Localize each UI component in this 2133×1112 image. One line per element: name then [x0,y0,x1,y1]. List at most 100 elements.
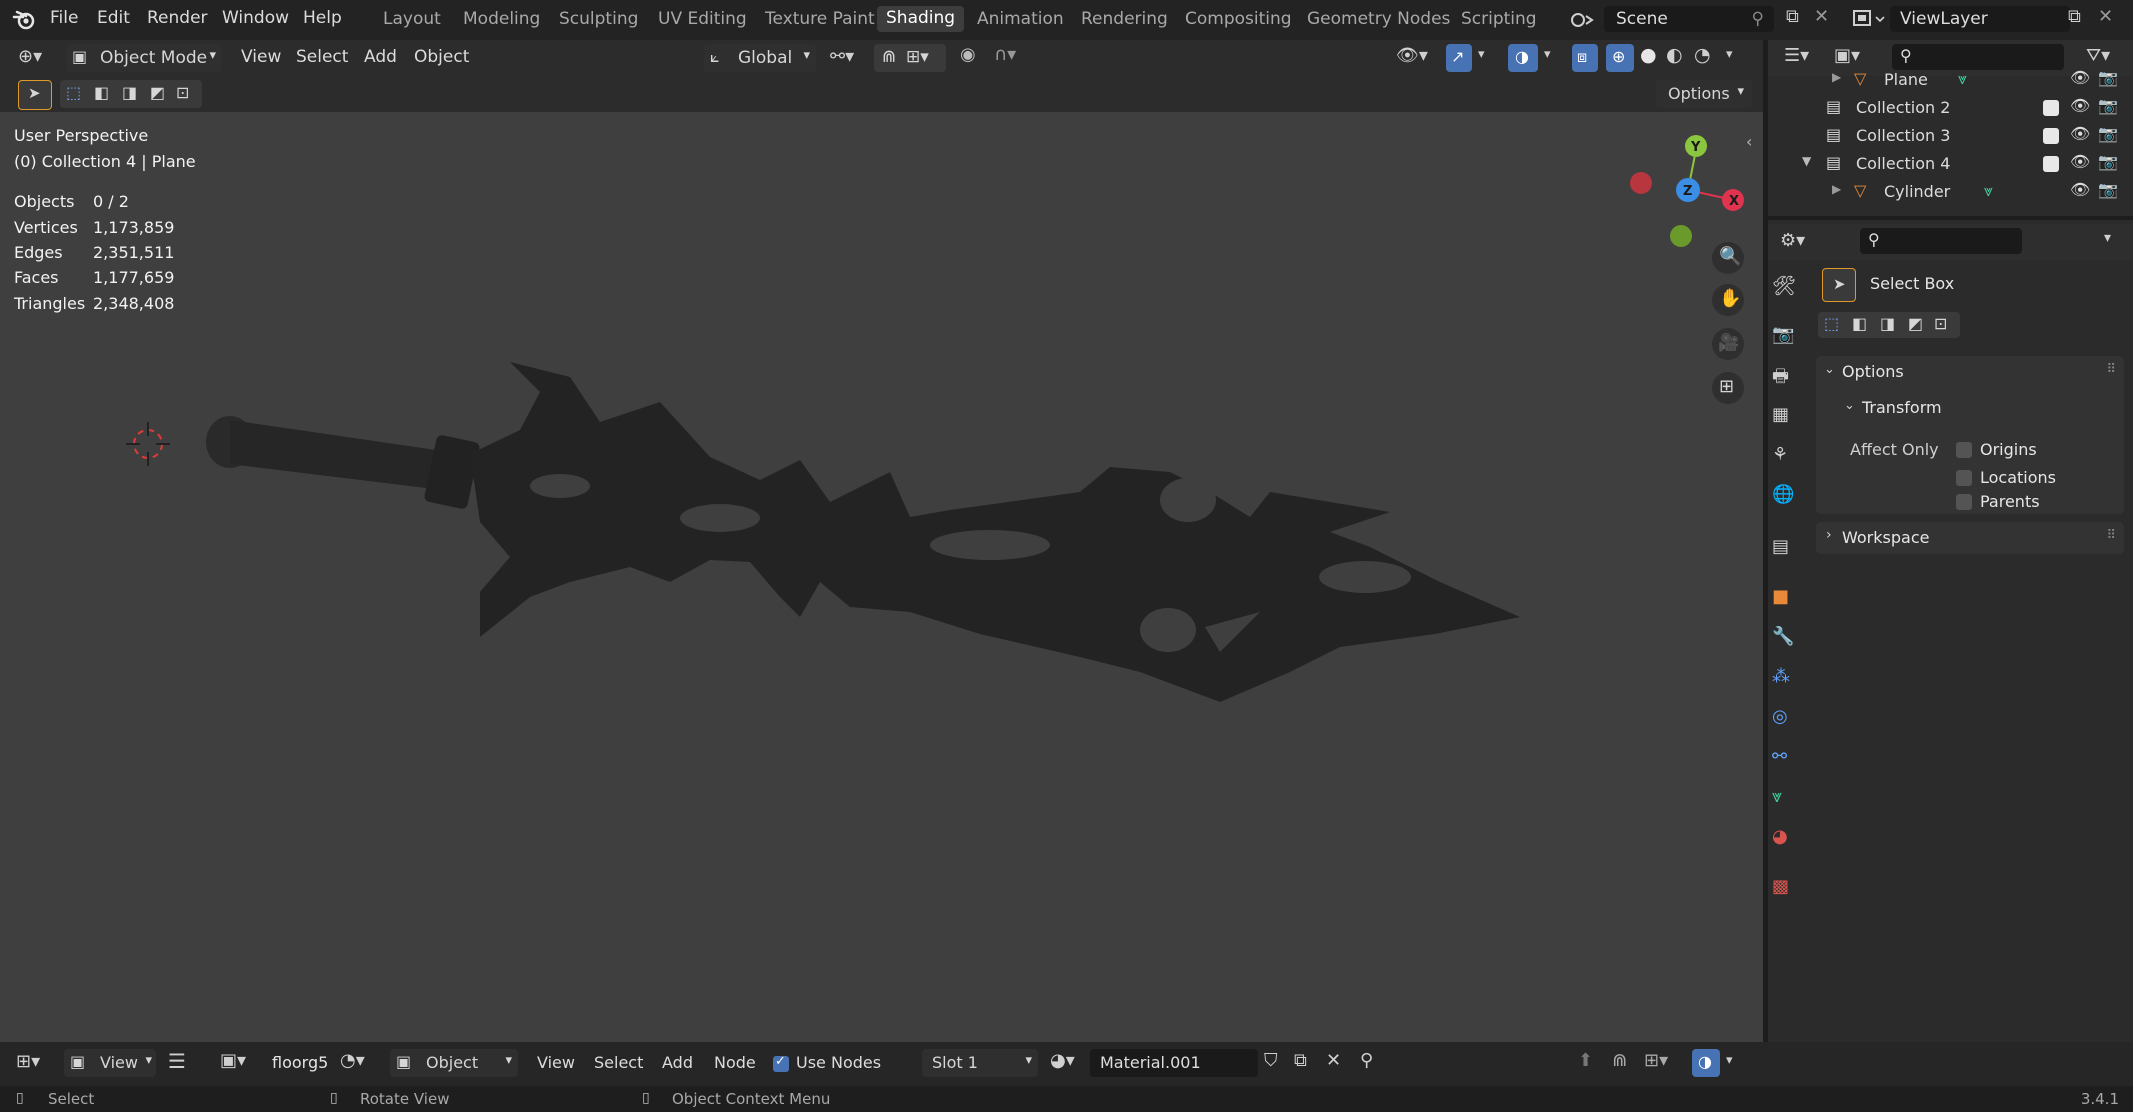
select-new-icon[interactable]: ⬚ [66,83,81,102]
shader-object-dropdown[interactable]: ▣ Object ▾ [390,1049,518,1077]
eye-icon[interactable]: 👁 [2070,180,2090,199]
3d-cursor-icon[interactable] [120,416,176,472]
pin-icon[interactable]: ⚲ [1360,1050,1373,1071]
exclude-checkbox[interactable] [2043,128,2059,144]
select-menu[interactable]: Select [296,47,348,67]
duplicate-material-icon[interactable]: ⧉ [1294,1050,1307,1071]
outliner-row-collection-2[interactable]: ▤ Collection 2 👁 📷 [1768,94,2133,122]
rendered-shading-icon[interactable]: ◔ [1694,44,1711,66]
material-name-field[interactable]: Material.001 [1090,1049,1258,1077]
gizmo-toggle[interactable]: ↗ [1446,44,1472,72]
gizmo-dropdown-icon[interactable]: ▾ [1478,47,1485,62]
outliner-editor-icon[interactable]: ☰▾ [1784,45,1809,66]
select-subtract-icon[interactable]: ◨ [1880,314,1895,333]
tab-render[interactable]: 📷 [1772,324,1802,354]
tab-compositing[interactable]: Compositing [1185,9,1292,29]
expand-icon[interactable]: ▶ [1832,70,1841,84]
eye-icon[interactable]: 👁 [2070,124,2090,143]
image-browse-icon[interactable]: ▣▾ [220,1050,246,1071]
origins-checkbox[interactable] [1956,442,1972,458]
close-view-layer-icon[interactable]: ✕ [2098,6,2113,27]
parents-checkbox[interactable] [1956,494,1972,510]
orientation-dropdown[interactable]: ⟀ Global ▾ [704,44,816,72]
workspace-panel-title[interactable]: Workspace [1842,528,1929,547]
use-nodes-checkbox[interactable]: ✓ [773,1054,789,1072]
parent-node-tree-icon[interactable]: ⬆ [1578,1050,1593,1071]
active-tool-icon[interactable]: ➤ [1822,268,1856,302]
slot-name[interactable]: floorg5 [272,1053,328,1072]
tab-tool[interactable]: 🛠 [1772,274,1802,304]
overlay-toggle[interactable]: ◑ [1508,44,1538,72]
tab-texture-paint[interactable]: Texture Paint [765,9,875,29]
mode-dropdown[interactable]: ▣ Object Mode ▾ [66,44,222,72]
tab-geometry-nodes[interactable]: Geometry Nodes [1307,9,1450,29]
proportional-edit-icon[interactable]: ◉ [960,44,976,65]
properties-editor-icon[interactable]: ⚙▾ [1780,230,1805,251]
pin-icon[interactable]: ⚲ [1752,9,1764,29]
menu-render[interactable]: Render [147,8,208,28]
display-mode-icon[interactable]: ▣▾ [1834,45,1860,66]
sword-model[interactable] [190,342,1670,882]
chevron-down-icon[interactable]: ⌄ [1844,398,1855,413]
snap-group[interactable]: ⋒ ⊞▾ [874,44,946,72]
camera-render-icon[interactable]: 📷 [2098,124,2118,143]
editor-type-icon[interactable]: ⊕▾ [18,46,42,67]
scene-field[interactable]: Scene ⚲ [1604,6,1774,32]
tab-rendering[interactable]: Rendering [1081,9,1168,29]
unlink-material-icon[interactable]: ✕ [1326,1050,1341,1071]
tool-select-mode-group[interactable]: ⬚ ◧ ◨ ◩ ⊡ [1818,312,1960,338]
properties-search-input[interactable]: ⚲ [1860,228,2022,254]
select-intersect-icon[interactable]: ⊡ [1934,314,1947,333]
tab-world[interactable]: 🌐 [1772,484,1802,514]
view-menu[interactable]: View [241,47,281,67]
snap-element-icon[interactable]: ⊞▾ [1644,1050,1668,1071]
tab-texture[interactable]: ▩ [1772,876,1802,906]
select-invert-icon[interactable]: ◩ [1908,314,1923,333]
tab-constraints[interactable]: ⚯ [1772,746,1802,776]
expand-icon[interactable]: ▶ [1832,182,1841,196]
locations-checkbox[interactable] [1956,470,1972,486]
slot-dropdown[interactable]: Slot 1 ▾ [922,1049,1038,1077]
zoom-button[interactable]: 🔍 [1712,242,1744,274]
object-menu[interactable]: Object [414,47,469,67]
view-dropdown[interactable]: ▣ View ▾ [64,1049,156,1077]
navigation-gizmo[interactable]: Y X Z [1620,120,1760,260]
menu-file[interactable]: File [50,8,78,28]
falloff-icon[interactable]: ∩▾ [994,44,1016,65]
tab-animation[interactable]: Animation [977,9,1064,29]
shading-wireframe[interactable]: ⊕ [1606,44,1634,72]
outliner-row-cylinder[interactable]: ▶ ▽ Cylinder ⩔ 👁 📷 [1768,178,2133,206]
outliner-row-collection-3[interactable]: ▤ Collection 3 👁 📷 [1768,122,2133,150]
view-layer-icon[interactable] [1852,8,1886,30]
shading-dropdown-icon[interactable]: ▾ [1726,47,1733,62]
add-menu[interactable]: Add [364,47,397,67]
tab-scripting[interactable]: Scripting [1461,9,1537,29]
menu-edit[interactable]: Edit [97,8,130,28]
options-dropdown[interactable]: Options ▾ [1656,80,1752,108]
visibility-icon[interactable]: 👁▾ [1396,45,1428,66]
tab-particles[interactable]: ⁂ [1772,666,1802,696]
scene-icon[interactable] [1568,8,1598,30]
node-overlay-toggle[interactable]: ◑ [1692,1049,1720,1077]
eye-icon[interactable]: 👁 [2070,68,2090,87]
shader-type-icon[interactable]: ◔▾ [340,1050,365,1071]
tab-uv-editing[interactable]: UV Editing [658,9,747,29]
new-view-layer-icon[interactable]: ⧉ [2068,6,2081,27]
select-intersect-icon[interactable]: ⊡ [176,83,189,102]
collapse-icon[interactable]: ▼ [1802,154,1811,168]
tab-modeling[interactable]: Modeling [463,9,540,29]
select-extend-icon[interactable]: ◧ [1852,314,1867,333]
camera-render-icon[interactable]: 📷 [2098,68,2118,87]
snap-icon[interactable]: ⋒ [882,47,896,67]
hamburger-menu-icon[interactable]: ☰ [168,1049,186,1073]
camera-render-icon[interactable]: 📷 [2098,180,2118,199]
transform-subpanel-title[interactable]: Transform [1862,398,1942,417]
eye-icon[interactable]: 👁 [2070,152,2090,171]
tab-collection[interactable]: ▤ [1772,536,1802,566]
tab-layout[interactable]: Layout [383,9,441,29]
sidebar-toggle-icon[interactable]: ‹ [1746,132,1752,151]
pivot-icon[interactable]: ⚯▾ [830,46,854,67]
node-menu[interactable]: Node [714,1053,756,1072]
view-layer-field[interactable]: ViewLayer [1890,6,2070,32]
new-scene-icon[interactable]: ⧉ [1786,6,1799,27]
